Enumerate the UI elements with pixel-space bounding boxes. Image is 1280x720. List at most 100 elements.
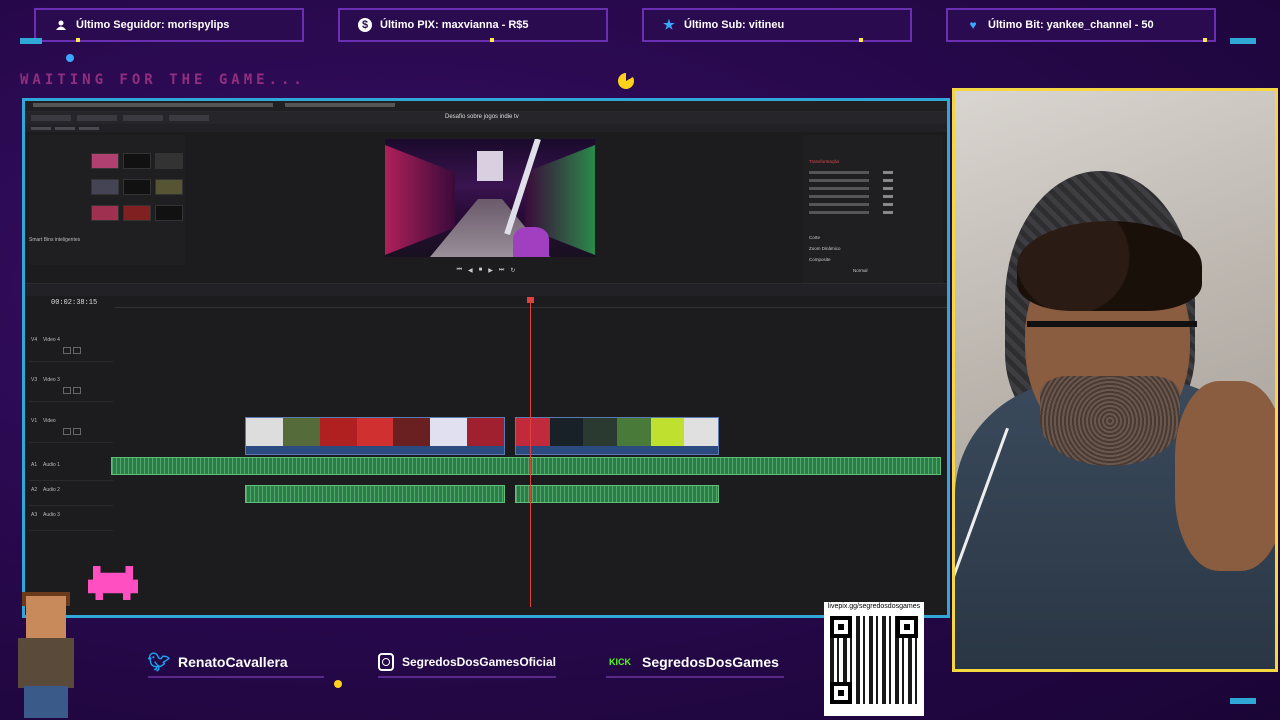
toolbar-control[interactable] (55, 126, 75, 130)
menu-items[interactable] (285, 103, 395, 107)
social-kick[interactable]: KICK SegredosDosGames (606, 650, 784, 678)
inspector-value[interactable] (883, 171, 893, 174)
kick-icon: KICK (609, 657, 631, 667)
cam-hand (1175, 381, 1275, 571)
lock-icon[interactable] (63, 347, 71, 354)
social-handle: SegredosDosGamesOficial (401, 655, 556, 669)
tab-sound-library[interactable] (169, 115, 209, 121)
tab-media-pool[interactable] (31, 115, 71, 121)
skip-start-icon[interactable]: ⏮ (457, 267, 462, 277)
social-twitter[interactable]: 🐦︎ RenatoCavallera (147, 650, 324, 678)
qr-code[interactable]: livepix.gg/segredosdosgames (824, 602, 924, 716)
qr-finder (896, 616, 918, 638)
inspector-value[interactable] (883, 195, 893, 198)
stop-icon[interactable]: ■ (479, 267, 483, 277)
track-header-a2[interactable]: A2 Audio 2 (29, 481, 113, 506)
video-clip[interactable] (245, 417, 505, 455)
track-header-v1[interactable]: V1 Video (29, 412, 113, 443)
audio-clip[interactable] (111, 457, 941, 475)
menu-items[interactable] (33, 103, 273, 107)
media-thumb[interactable] (123, 205, 151, 221)
inspector-value[interactable] (883, 211, 893, 214)
inspector-section[interactable]: Corte (809, 235, 820, 240)
decor-bar (1230, 698, 1256, 704)
lock-icon[interactable] (63, 428, 71, 435)
media-thumb[interactable] (91, 153, 119, 169)
inspector-section[interactable]: Zoom Dinâmico (809, 246, 841, 251)
play-reverse-icon[interactable]: ◀ (468, 267, 473, 277)
media-thumb[interactable] (91, 205, 119, 221)
inspector-panel: Transformação Corte Zoom Dinâmico Compos… (803, 135, 943, 285)
webcam-frame (952, 88, 1278, 672)
track-name: Audio 1 (43, 462, 60, 468)
audio-clip[interactable] (515, 485, 719, 503)
loop-icon[interactable]: ↻ (510, 267, 515, 277)
inspector-row (809, 195, 869, 198)
lock-icon[interactable] (63, 387, 71, 394)
video-clip[interactable] (515, 417, 719, 455)
pacman-icon (618, 73, 634, 89)
user-icon (54, 18, 68, 32)
track-id: A2 (31, 487, 38, 493)
instagram-icon (378, 653, 394, 671)
tab-edit-index[interactable] (123, 115, 163, 121)
dollar-icon: $ (358, 18, 372, 32)
media-thumb[interactable] (155, 205, 183, 221)
social-handle: SegredosDosGames (642, 654, 779, 670)
alert-last-sub: ★ Último Sub: vitineu (642, 8, 912, 42)
track-header-a3[interactable]: A3 Audio 3 (29, 506, 113, 531)
toolbar-control[interactable] (79, 126, 99, 130)
pixel-avatar (4, 592, 86, 720)
media-thumb[interactable] (123, 153, 151, 169)
inspector-row (809, 211, 869, 214)
track-header-v3[interactable]: V3 Video 3 (29, 371, 113, 402)
track-id: V4 (31, 337, 38, 343)
inspector-row (809, 203, 869, 206)
decor-dot (490, 38, 494, 42)
heart-gem-icon: ♥ (969, 18, 977, 32)
inspector-value[interactable] (883, 187, 893, 190)
video-editor-window: Desafio sobre jogos indie tv Smart Bins … (22, 98, 950, 618)
inspector-section[interactable]: Composite (809, 257, 831, 262)
social-instagram[interactable]: SegredosDosGamesOficial (378, 650, 556, 678)
viewer-toolbar (25, 124, 947, 132)
media-thumb[interactable] (91, 179, 119, 195)
timeline-timecode[interactable]: 00:02:38:15 (51, 299, 97, 307)
track-header-v4[interactable]: V4 Video 4 (29, 331, 113, 362)
decor-dot (76, 38, 80, 42)
decor-dot (1203, 38, 1207, 42)
visibility-icon[interactable] (73, 428, 81, 435)
track-id: V1 (31, 418, 38, 424)
inspector-value[interactable] (883, 203, 893, 206)
decor-dot (859, 38, 863, 42)
decor-bar (20, 38, 42, 44)
skip-end-icon[interactable]: ⏭ (499, 267, 504, 277)
visibility-icon[interactable] (73, 347, 81, 354)
smart-bins-label[interactable]: Smart Bins inteligentes (29, 237, 80, 243)
waiting-banner: WAITING FOR THE GAME... (20, 72, 306, 88)
decor-orb (334, 680, 342, 688)
toolbar-control[interactable] (31, 126, 51, 130)
track-header-a1[interactable]: A1 Audio 1 (29, 456, 113, 481)
inspector-row (809, 179, 869, 182)
underline (606, 676, 784, 678)
media-thumb[interactable] (123, 179, 151, 195)
audio-clip[interactable] (245, 485, 505, 503)
media-thumb[interactable] (155, 179, 183, 195)
track-id: A1 (31, 462, 38, 468)
play-icon[interactable]: ▶ (488, 267, 493, 277)
alert-last-pix: $ Último PIX: maxvianna - R$5 (338, 8, 608, 42)
project-title: Desafio sobre jogos indie tv (445, 114, 519, 120)
alert-text: Último Bit: yankee_channel - 50 (988, 19, 1154, 31)
twitter-icon: 🐦︎ (147, 651, 171, 672)
track-name: Video 4 (43, 337, 60, 343)
playhead[interactable] (527, 297, 534, 607)
track-id: V3 (31, 377, 38, 383)
alert-last-follower: Último Seguidor: morispylips (34, 8, 304, 42)
tab-effects[interactable] (77, 115, 117, 121)
inspector-value[interactable] (883, 179, 893, 182)
preview-viewer[interactable] (385, 139, 595, 257)
inspector-section[interactable]: Transformação (809, 159, 839, 164)
visibility-icon[interactable] (73, 387, 81, 394)
media-thumb[interactable] (155, 153, 183, 169)
